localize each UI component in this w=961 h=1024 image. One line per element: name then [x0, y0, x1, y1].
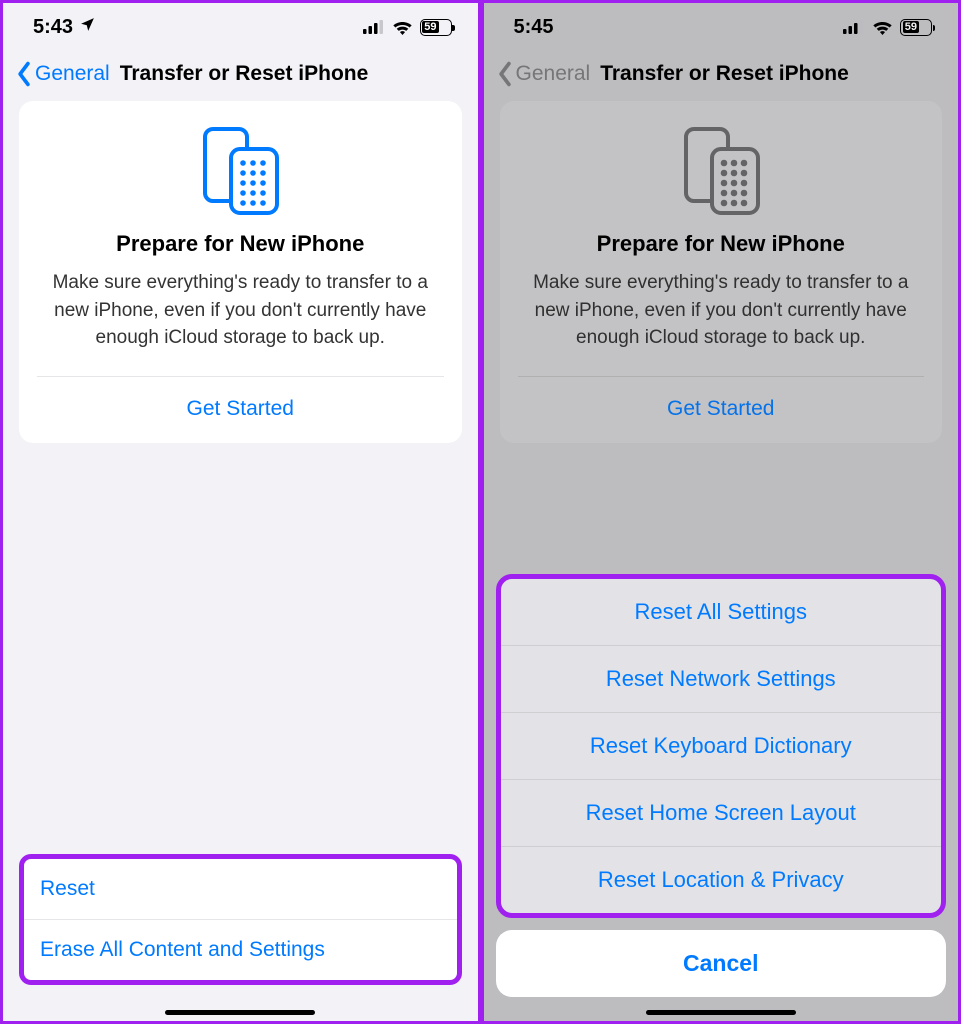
reset-options-list: Reset Erase All Content and Settings — [19, 854, 462, 985]
cellular-signal-icon — [843, 20, 865, 34]
wifi-icon — [872, 20, 893, 35]
chevron-left-icon — [496, 61, 514, 87]
reset-action-sheet: Reset All Settings Reset Network Setting… — [496, 574, 947, 918]
get-started-button[interactable]: Get Started — [518, 377, 925, 443]
nav-bar: General Transfer or Reset iPhone — [3, 51, 478, 101]
reset-keyboard-dictionary-button[interactable]: Reset Keyboard Dictionary — [501, 712, 942, 779]
page-title: Transfer or Reset iPhone — [120, 62, 369, 86]
reset-location-privacy-button[interactable]: Reset Location & Privacy — [501, 846, 942, 913]
devices-icon — [676, 125, 766, 217]
card-title: Prepare for New iPhone — [37, 231, 444, 257]
nav-bar: General Transfer or Reset iPhone — [484, 51, 959, 101]
status-bar: 5:45 59 — [484, 3, 959, 51]
battery-level: 59 — [422, 21, 439, 33]
card-title: Prepare for New iPhone — [518, 231, 925, 257]
screenshot-left: 5:43 59 General Transfer or Reset iPhone — [0, 0, 481, 1024]
screenshot-right: 5:45 59 General Transfer or Reset iPhone — [481, 0, 961, 1024]
cellular-signal-icon — [363, 20, 385, 34]
cancel-button[interactable]: Cancel — [496, 930, 947, 997]
battery-level: 59 — [903, 21, 920, 33]
location-arrow-icon — [79, 16, 96, 38]
status-time: 5:45 — [514, 16, 554, 39]
prepare-card: Prepare for New iPhone Make sure everyth… — [19, 101, 462, 443]
back-label: General — [35, 62, 110, 86]
reset-home-screen-layout-button[interactable]: Reset Home Screen Layout — [501, 779, 942, 846]
battery-icon: 59 — [420, 19, 452, 36]
battery-icon: 59 — [900, 19, 932, 36]
page-title: Transfer or Reset iPhone — [600, 62, 849, 86]
wifi-icon — [392, 20, 413, 35]
erase-all-button[interactable]: Erase All Content and Settings — [24, 919, 457, 980]
card-description: Make sure everything's ready to transfer… — [37, 269, 444, 376]
card-description: Make sure everything's ready to transfer… — [518, 269, 925, 376]
home-indicator[interactable] — [165, 1010, 315, 1015]
status-bar: 5:43 59 — [3, 3, 478, 51]
reset-all-settings-button[interactable]: Reset All Settings — [501, 579, 942, 645]
get-started-button[interactable]: Get Started — [37, 377, 444, 443]
chevron-left-icon — [15, 61, 33, 87]
back-label: General — [516, 62, 591, 86]
action-sheet-container: Reset All Settings Reset Network Setting… — [496, 574, 947, 997]
back-button[interactable]: General — [15, 61, 110, 87]
back-button[interactable]: General — [496, 61, 591, 87]
reset-network-settings-button[interactable]: Reset Network Settings — [501, 645, 942, 712]
reset-button[interactable]: Reset — [24, 859, 457, 919]
prepare-card: Prepare for New iPhone Make sure everyth… — [500, 101, 943, 443]
status-time: 5:43 — [33, 16, 73, 39]
devices-icon — [195, 125, 285, 217]
home-indicator[interactable] — [646, 1010, 796, 1015]
